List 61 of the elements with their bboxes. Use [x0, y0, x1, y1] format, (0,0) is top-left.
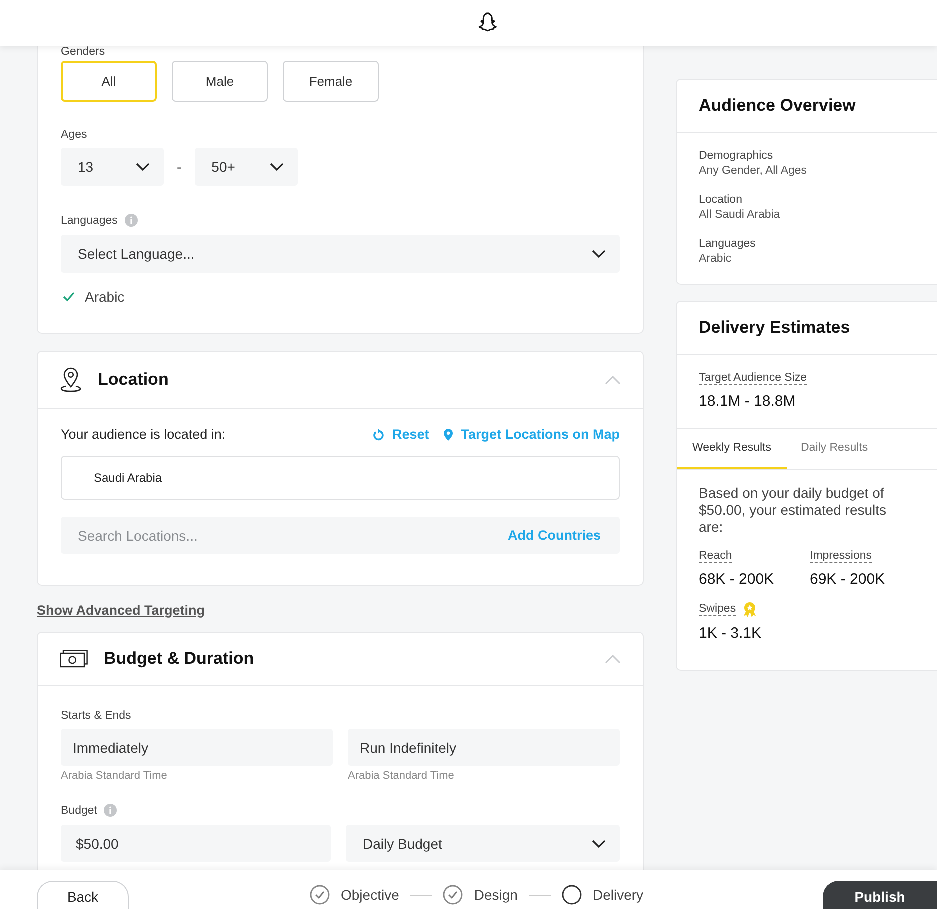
gender-option[interactable]: All — [61, 61, 157, 102]
gender-option[interactable]: Male — [172, 61, 268, 102]
field-label: Genders — [61, 46, 106, 58]
metric-value: 1K - 3.1K — [699, 625, 762, 642]
overview-label: Demographics — [699, 150, 774, 162]
results-tab[interactable]: Daily Results — [787, 429, 882, 469]
chevron-down-icon — [592, 840, 606, 848]
location-pin-icon — [60, 367, 82, 393]
info-icon[interactable] — [104, 804, 118, 817]
field-label: Starts & Ends — [61, 710, 132, 722]
card-title: Audience Overview — [699, 96, 856, 116]
banknote-icon — [60, 650, 88, 668]
gender-option[interactable]: Female — [283, 61, 379, 102]
audience-location-label: Your audience is located in: — [61, 427, 227, 442]
card-title: Delivery Estimates — [699, 318, 850, 338]
publish-button[interactable]: Publish — [823, 881, 937, 909]
metric-value: 68K - 200K — [699, 571, 774, 588]
estimate-summary: Based on your daily budget of $50.00, your estimated results are: — [699, 485, 888, 536]
location-pin-icon — [444, 428, 454, 440]
field-label: Budget — [61, 804, 98, 816]
overview-value: Any Gender, All Ages — [699, 165, 808, 177]
overview-value: All Saudi Arabia — [699, 209, 782, 221]
metric-label: Swipes — [699, 603, 736, 616]
section-title: Budget & Duration — [104, 649, 256, 669]
metric-label: Impressions — [810, 550, 872, 563]
back-button[interactable]: Back — [37, 881, 129, 909]
overview-label: Languages — [699, 238, 757, 250]
overview-label: Location — [699, 194, 744, 206]
language-select[interactable]: Select Language... — [61, 235, 620, 273]
location-item: Saudi Arabia — [94, 471, 162, 485]
collapse-chevron-icon[interactable] — [605, 376, 621, 384]
step-label: Design — [474, 887, 518, 903]
timezone-hint: Arabia Standard Time — [348, 770, 456, 782]
refresh-icon — [373, 428, 384, 440]
field-label: Languages — [61, 214, 118, 226]
budget-type-select[interactable]: Daily Budget — [346, 825, 620, 862]
chevron-down-icon — [136, 163, 150, 171]
metric-label: Target Audience Size — [699, 372, 808, 385]
metric-label: Reach — [699, 550, 732, 563]
age-separator: - — [176, 159, 183, 175]
chevron-down-icon — [592, 250, 606, 258]
check-icon — [63, 292, 75, 302]
selected-language: Arabic — [85, 289, 125, 305]
section-title: Location — [98, 370, 170, 390]
field-label: Ages — [61, 129, 88, 141]
end-field[interactable]: Run Indefinitely — [348, 729, 620, 766]
start-field[interactable]: Immediately — [61, 729, 333, 766]
step-label: Delivery — [592, 887, 644, 903]
age-select[interactable]: 50+ — [194, 148, 298, 186]
overview-value: Arabic — [699, 253, 733, 265]
audience-size-value: 18.1M - 18.8M — [699, 393, 796, 410]
collapse-chevron-icon[interactable] — [605, 654, 621, 664]
advanced-targeting-link[interactable]: Show Advanced Targeting — [37, 603, 206, 618]
timezone-hint: Arabia Standard Time — [61, 770, 168, 782]
step-label: Objective — [341, 887, 400, 903]
info-icon[interactable] — [124, 214, 138, 227]
results-tab[interactable]: Weekly Results — [677, 429, 787, 469]
metric-value: 69K - 200K — [810, 571, 886, 588]
chevron-down-icon — [270, 163, 284, 171]
budget-amount-field[interactable]: $50.00 — [61, 825, 331, 862]
age-select[interactable]: 13 — [61, 148, 164, 186]
